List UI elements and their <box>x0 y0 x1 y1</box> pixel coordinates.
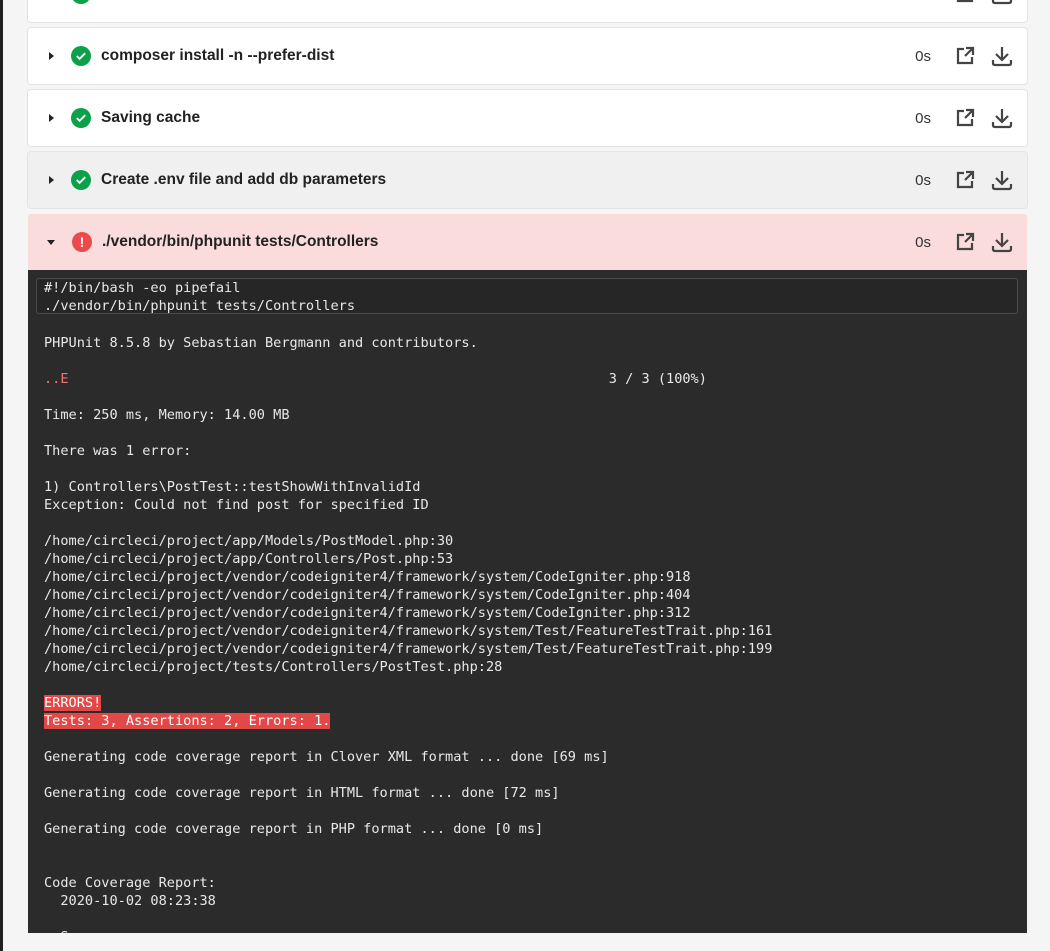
output-line <box>44 460 772 478</box>
step-row[interactable]: composer install -n --prefer-dist 0s <box>28 28 1027 84</box>
external-link-icon[interactable] <box>953 106 977 130</box>
caret-right-icon[interactable] <box>49 114 54 122</box>
terminal-output: PHPUnit 8.5.8 by Sebastian Bergmann and … <box>44 334 772 933</box>
output-line: S <box>44 928 772 933</box>
errors-banner: ERRORS! <box>44 695 102 711</box>
output-header: PHPUnit 8.5.8 by Sebastian Bergmann and … <box>44 335 478 351</box>
output-line: /home/circleci/project/app/Models/PostMo… <box>44 533 454 549</box>
check-circle-icon <box>71 108 91 128</box>
output-line: Generating code coverage report in Clove… <box>44 749 609 765</box>
output-line <box>44 838 772 856</box>
command-line-1: #!/bin/bash -eo pipefail <box>44 280 241 296</box>
output-line <box>44 910 772 928</box>
output-line <box>44 388 772 406</box>
caret-right-icon[interactable] <box>49 176 54 184</box>
external-link-icon[interactable] <box>953 0 977 6</box>
download-icon[interactable] <box>990 0 1014 6</box>
output-line: 2020-10-02 08:23:38 <box>44 893 216 909</box>
external-link-icon[interactable] <box>953 230 977 254</box>
command-line-2: ./vendor/bin/phpunit tests/Controllers <box>44 298 355 314</box>
output-line: Generating code coverage report in PHP f… <box>44 821 544 837</box>
output-line: /home/circleci/project/vendor/codeignite… <box>44 623 773 639</box>
output-line: /home/circleci/project/tests/Controllers… <box>44 659 503 675</box>
output-line <box>44 856 772 874</box>
check-circle-icon <box>71 0 91 4</box>
output-line: Exception: Could not find post for speci… <box>44 497 429 513</box>
output-line: Code Coverage Report: <box>44 875 216 891</box>
external-link-icon[interactable] <box>953 44 977 68</box>
output-line: /home/circleci/project/vendor/codeignite… <box>44 641 773 657</box>
left-sidebar-edge <box>0 0 3 951</box>
output-line <box>44 514 772 532</box>
step-row[interactable]: ! ./vendor/bin/phpunit tests/Controllers… <box>28 214 1027 270</box>
output-line <box>44 802 772 820</box>
output-line: 1) Controllers\PostTest::testShowWithInv… <box>44 479 421 495</box>
output-line: /home/circleci/project/vendor/codeignite… <box>44 569 691 585</box>
output-line: /home/circleci/project/vendor/codeignite… <box>44 605 691 621</box>
check-circle-icon <box>71 170 91 190</box>
caret-right-icon[interactable] <box>49 52 54 60</box>
errors-summary: Tests: 3, Assertions: 2, Errors: 1. <box>44 713 331 729</box>
step-row[interactable] <box>28 0 1027 22</box>
step-duration: 0s <box>915 47 931 65</box>
step-row[interactable]: Saving cache 0s <box>28 90 1027 146</box>
download-icon[interactable] <box>990 168 1014 192</box>
external-link-icon[interactable] <box>953 168 977 192</box>
output-line <box>44 424 772 442</box>
step-duration: 0s <box>915 109 931 127</box>
step-duration: 0s <box>915 233 931 251</box>
command-box: #!/bin/bash -eo pipefail ./vendor/bin/ph… <box>36 278 1018 314</box>
caret-down-icon[interactable] <box>47 239 55 245</box>
progress-count: 3 / 3 (100%) <box>608 371 707 387</box>
output-line: Generating code coverage report in HTML … <box>44 785 560 801</box>
output-line: /home/circleci/project/vendor/codeignite… <box>44 587 691 603</box>
output-line: /home/circleci/project/app/Controllers/P… <box>44 551 454 567</box>
step-row[interactable]: Create .env file and add db parameters 0… <box>28 152 1027 208</box>
step-title: Create .env file and add db parameters <box>101 171 387 188</box>
output-line <box>44 676 772 694</box>
step-duration: 0s <box>915 171 931 189</box>
download-icon[interactable] <box>990 230 1014 254</box>
step-title: composer install -n --prefer-dist <box>101 47 335 64</box>
step-output-terminal: #!/bin/bash -eo pipefail ./vendor/bin/ph… <box>28 270 1027 933</box>
exclamation-circle-icon: ! <box>72 232 92 252</box>
output-line <box>44 766 772 784</box>
output-line: Time: 250 ms, Memory: 14.00 MB <box>44 407 290 423</box>
output-line <box>44 730 772 748</box>
progress-dots: ..E <box>44 371 69 387</box>
download-icon[interactable] <box>990 106 1014 130</box>
step-title: ./vendor/bin/phpunit tests/Controllers <box>102 233 379 250</box>
step-title: Saving cache <box>101 109 201 126</box>
download-icon[interactable] <box>990 44 1014 68</box>
output-line: There was 1 error: <box>44 443 192 459</box>
check-circle-icon <box>71 46 91 66</box>
progress-line: ..E 3 / 3 (100%) <box>44 370 772 388</box>
